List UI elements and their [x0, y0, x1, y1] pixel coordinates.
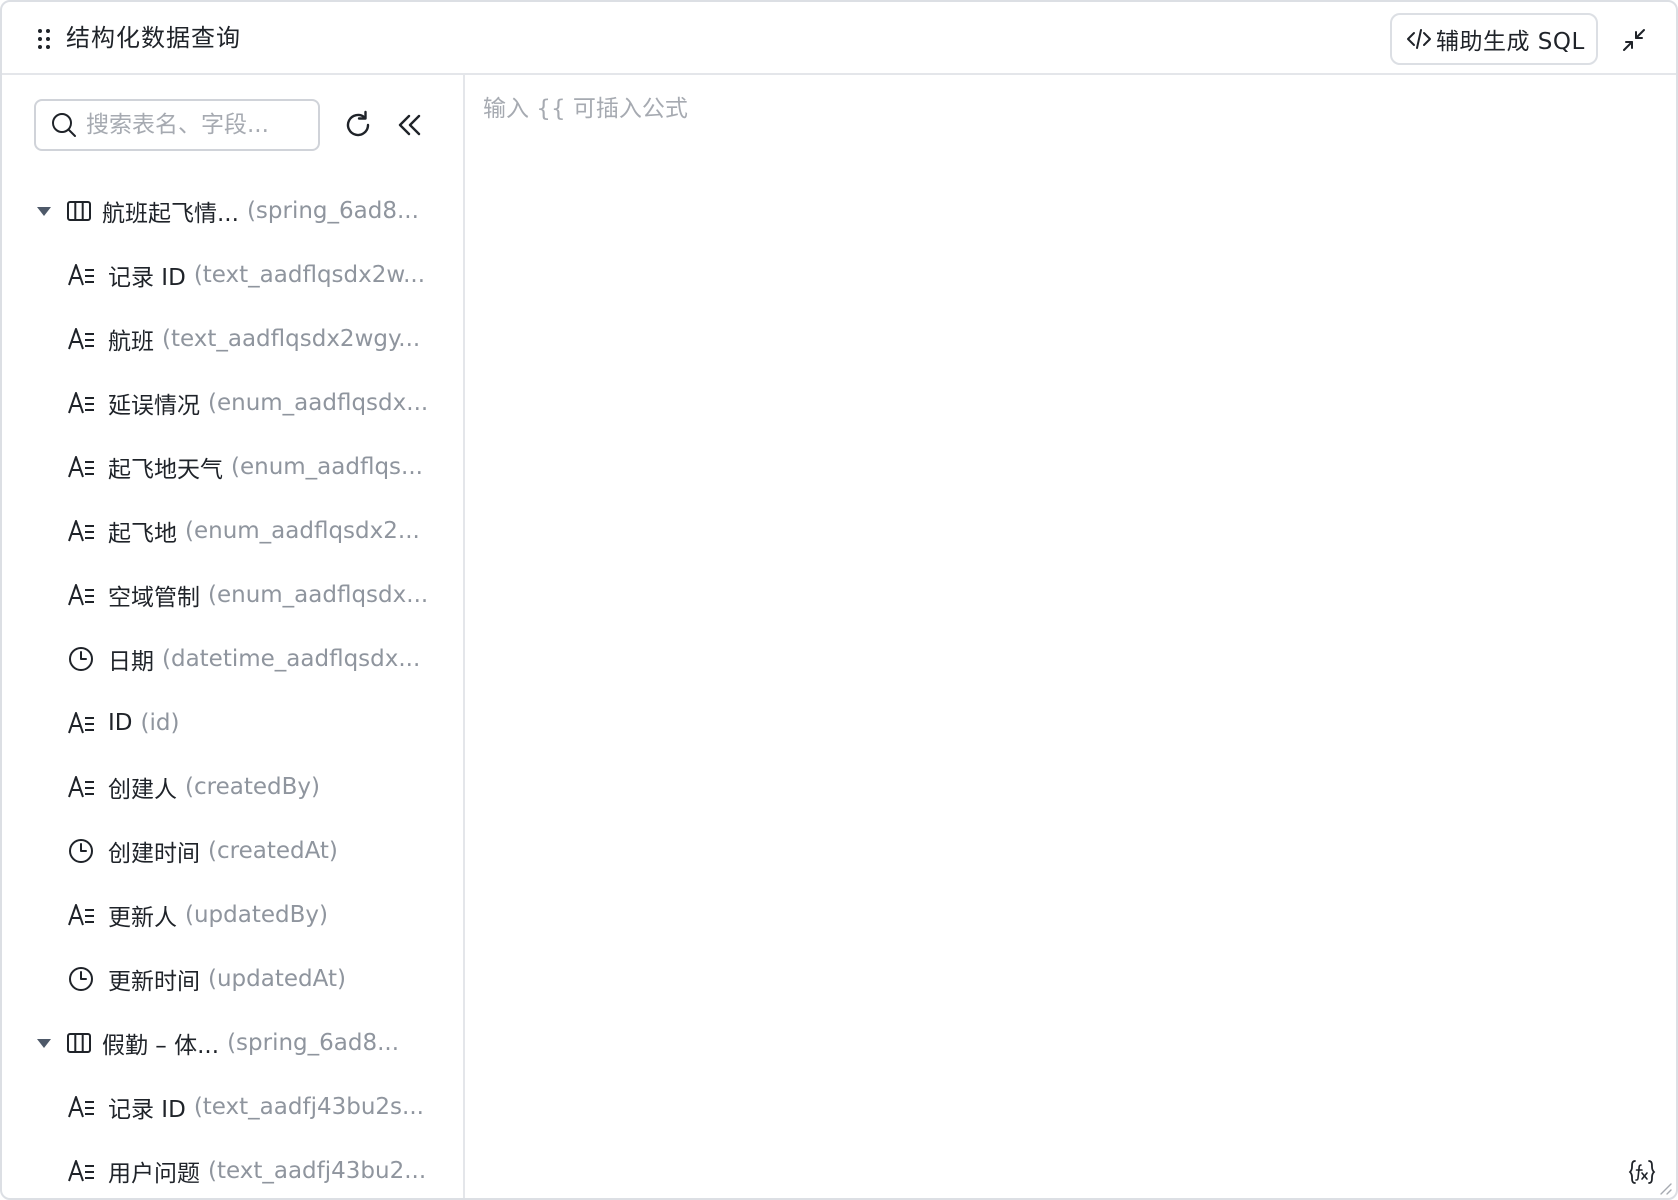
structured-query-panel: 结构化数据查询 辅助生成 SQL 搜索表名、字段... 航班起飞情... (sp…: [0, 0, 1678, 1200]
field-node[interactable]: 空域管制 (enum_aadflqsdx...: [2, 563, 463, 627]
caret-down-icon[interactable]: [34, 1033, 54, 1053]
minimize-icon[interactable]: [1620, 26, 1648, 54]
field-name: ID: [108, 710, 133, 736]
text-field-icon: [68, 1096, 94, 1118]
field-node[interactable]: 创建时间 (createdAt): [2, 819, 463, 883]
table-tree: 航班起飞情... (spring_6ad8... 记录 ID (text_aadflq…: [2, 179, 463, 1198]
field-node[interactable]: 更新时间 (updatedAt): [2, 947, 463, 1011]
text-field-icon: [68, 392, 94, 414]
text-field-icon: [68, 776, 94, 798]
table-name: 航班起飞情...: [102, 201, 239, 227]
field-name: 更新时间: [108, 969, 200, 995]
table-sidebar: 航班起飞情... (spring_6ad8... 记录 ID (text_aadflq…: [2, 75, 465, 1198]
field-node[interactable]: ID (id): [2, 691, 463, 755]
table-name: 假勤 – 体...: [102, 1033, 220, 1059]
text-field-icon: [68, 584, 94, 606]
sql-editor[interactable]: 输入 {{ 可插入公式: [467, 75, 1676, 1198]
field-node[interactable]: 日期 (datetime_aadflqsdx...: [2, 627, 463, 691]
field-name: 用户问题: [108, 1161, 200, 1187]
panel-header: 结构化数据查询 辅助生成 SQL: [2, 2, 1676, 75]
formula-icon[interactable]: [1628, 1158, 1656, 1186]
editor-placeholder: 输入 {{ 可插入公式: [483, 96, 688, 122]
field-name: 空域管制: [108, 585, 200, 611]
field-api-name: (createdBy): [185, 774, 320, 800]
field-node[interactable]: 记录 ID (text_aadflqsdx2w...: [2, 243, 463, 307]
field-name: 记录 ID: [108, 265, 186, 291]
search-input[interactable]: [86, 112, 306, 138]
field-name: 起飞地: [108, 521, 177, 547]
caret-down-icon[interactable]: [34, 201, 54, 221]
generate-sql-label: 辅助生成 SQL: [1436, 29, 1585, 55]
field-api-name: (updatedAt): [208, 966, 346, 992]
field-name: 日期: [108, 649, 154, 675]
field-node[interactable]: 创建人 (createdBy): [2, 755, 463, 819]
field-node[interactable]: 航班 (text_aadflqsdx2wgy...: [2, 307, 463, 371]
search-icon: [52, 113, 76, 137]
drag-handle-icon[interactable]: [38, 29, 50, 49]
field-api-name: (datetime_aadflqsdx...: [162, 646, 421, 672]
generate-sql-button[interactable]: 辅助生成 SQL: [1390, 13, 1598, 65]
field-name: 创建人: [108, 777, 177, 803]
field-api-name: (text_aadfj43bu2...: [208, 1158, 427, 1184]
field-api-name: (text_aadflqsdx2wgy...: [162, 326, 421, 352]
field-name: 延误情况: [108, 393, 200, 419]
field-node[interactable]: 起飞地天气 (enum_aadflqs...: [2, 435, 463, 499]
field-api-name: (enum_aadflqsdx...: [208, 390, 429, 416]
table-api-name: (spring_6ad8...: [227, 1030, 400, 1056]
field-api-name: (text_aadflqsdx2w...: [193, 262, 426, 288]
field-api-name: (enum_aadflqsdx2...: [185, 518, 420, 544]
refresh-icon[interactable]: [342, 109, 374, 141]
text-field-icon: [68, 520, 94, 542]
text-field-icon: [68, 712, 94, 734]
clock-icon: [69, 647, 93, 671]
field-node[interactable]: 更新人 (updatedBy): [2, 883, 463, 947]
text-field-icon: [68, 328, 94, 350]
table-icon: [67, 1033, 91, 1053]
field-node[interactable]: 延误情况 (enum_aadflqsdx...: [2, 371, 463, 435]
panel-title: 结构化数据查询: [66, 24, 241, 52]
text-field-icon: [68, 456, 94, 478]
field-name: 起飞地天气: [108, 457, 223, 483]
table-node[interactable]: 假勤 – 体... (spring_6ad8...: [2, 1011, 463, 1075]
field-node[interactable]: 记录 ID (text_aadfj43bu2s...: [2, 1075, 463, 1139]
field-api-name: (enum_aadflqsdx...: [208, 582, 429, 608]
table-icon: [67, 201, 91, 221]
text-field-icon: [68, 904, 94, 926]
field-node[interactable]: 起飞地 (enum_aadflqsdx2...: [2, 499, 463, 563]
field-api-name: (id): [140, 710, 180, 736]
table-node[interactable]: 航班起飞情... (spring_6ad8...: [2, 179, 463, 243]
field-api-name: (enum_aadflqs...: [231, 454, 423, 480]
text-field-icon: [68, 1160, 94, 1182]
field-name: 记录 ID: [108, 1097, 186, 1123]
collapse-sidebar-icon[interactable]: [394, 109, 426, 141]
field-api-name: (updatedBy): [185, 902, 328, 928]
field-name: 航班: [108, 329, 154, 355]
field-name: 更新人: [108, 905, 177, 931]
table-api-name: (spring_6ad8...: [246, 198, 419, 224]
clock-icon: [69, 839, 93, 863]
code-icon: [1407, 29, 1431, 49]
clock-icon: [69, 967, 93, 991]
text-field-icon: [68, 264, 94, 286]
field-api-name: (createdAt): [208, 838, 338, 864]
field-name: 创建时间: [108, 841, 200, 867]
field-node[interactable]: 用户问题 (text_aadfj43bu2...: [2, 1139, 463, 1198]
field-api-name: (text_aadfj43bu2s...: [193, 1094, 424, 1120]
resize-handle-icon[interactable]: [1657, 1180, 1673, 1196]
search-box[interactable]: [34, 99, 320, 151]
